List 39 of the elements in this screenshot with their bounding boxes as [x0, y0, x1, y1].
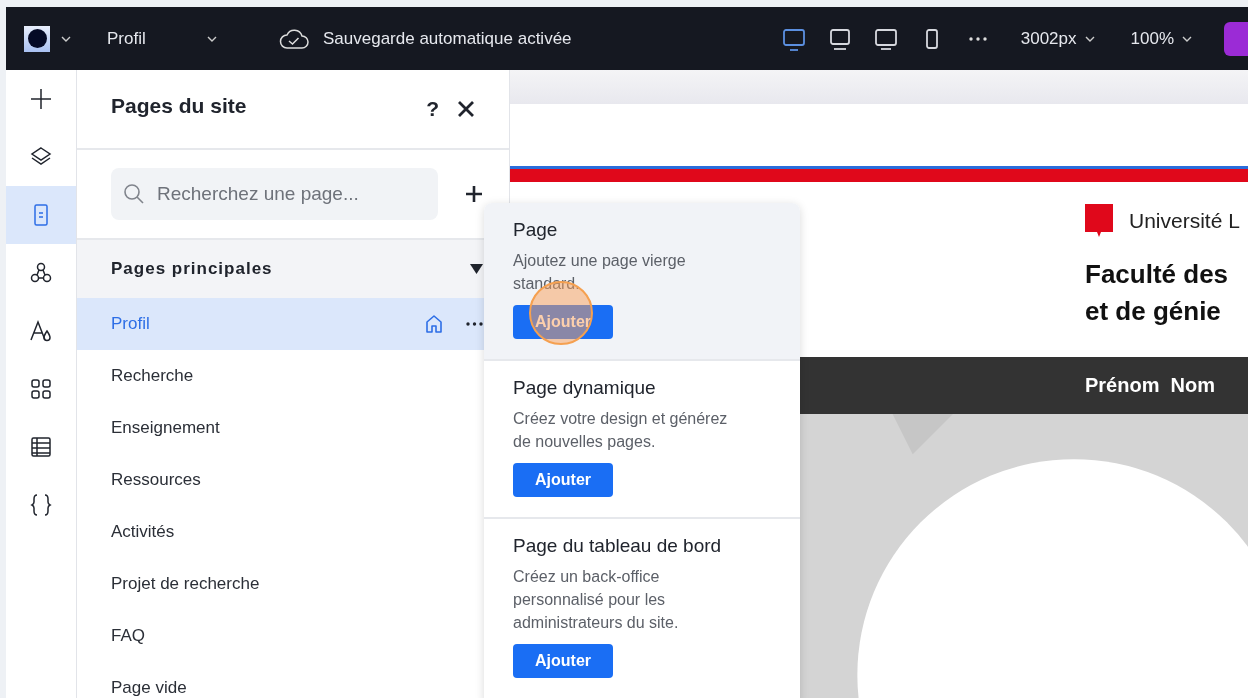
more-icon[interactable] [968, 36, 987, 41]
more-icon[interactable] [466, 322, 483, 326]
cloud-check-icon [279, 27, 309, 50]
add-button[interactable]: Ajouter [513, 463, 613, 497]
chevron-down-icon[interactable] [61, 35, 71, 42]
option-description: Ajoutez une page vierge standard. [513, 251, 687, 294]
panel-title: Pages du site [111, 94, 248, 118]
option-title: Page du tableau de bord [513, 535, 723, 557]
apps-icon[interactable] [29, 377, 53, 401]
chevron-down-icon [207, 35, 217, 42]
add-button[interactable]: Ajouter [513, 644, 613, 678]
zoom-dropdown[interactable]: 100% [1130, 28, 1192, 49]
width-dropdown[interactable]: 3002px [1020, 28, 1095, 49]
search-field[interactable]: Recherchez une page... [111, 168, 438, 220]
code-braces-icon[interactable] [29, 493, 53, 517]
page-dropdown[interactable]: Profil [107, 28, 217, 49]
close-icon[interactable] [457, 100, 475, 118]
section-title: Pages principales [111, 259, 274, 279]
option-title: Page [513, 219, 559, 241]
chevron-down-icon [1182, 35, 1192, 42]
plus-icon[interactable] [29, 87, 53, 111]
table-icon[interactable] [29, 435, 53, 459]
university-name: Université L [1129, 209, 1240, 233]
toolbar-button[interactable] [1224, 21, 1248, 56]
font-drop-icon[interactable] [29, 319, 53, 343]
chevron-down-icon [1084, 35, 1095, 42]
triangle-down-icon[interactable] [470, 264, 483, 274]
menu-option[interactable]: Page dynamique Créez votre design et générez de nouvelles pages. Ajouter [484, 361, 800, 519]
option-title: Page dynamique [513, 377, 657, 399]
autosave-status: Sauvegarde automatique activée [323, 28, 572, 49]
help-button[interactable]: ? [426, 97, 439, 121]
menu-option[interactable]: Page du tableau de bord Créez un back-office personnalisé pour les administrateurs du site. Ajouter [484, 519, 800, 698]
shield-logo-icon [1085, 204, 1113, 238]
nodes-icon[interactable] [29, 261, 53, 285]
plus-icon[interactable] [465, 185, 483, 203]
menu-option[interactable]: Page Ajoutez une page vierge standard. Ajouter [484, 203, 800, 361]
site-logo[interactable] [24, 25, 50, 52]
option-description: Créez un back-office personnalisé pour les administrateurs du site. [513, 567, 680, 633]
faculty-title: Faculté des et de génie [1085, 258, 1230, 328]
